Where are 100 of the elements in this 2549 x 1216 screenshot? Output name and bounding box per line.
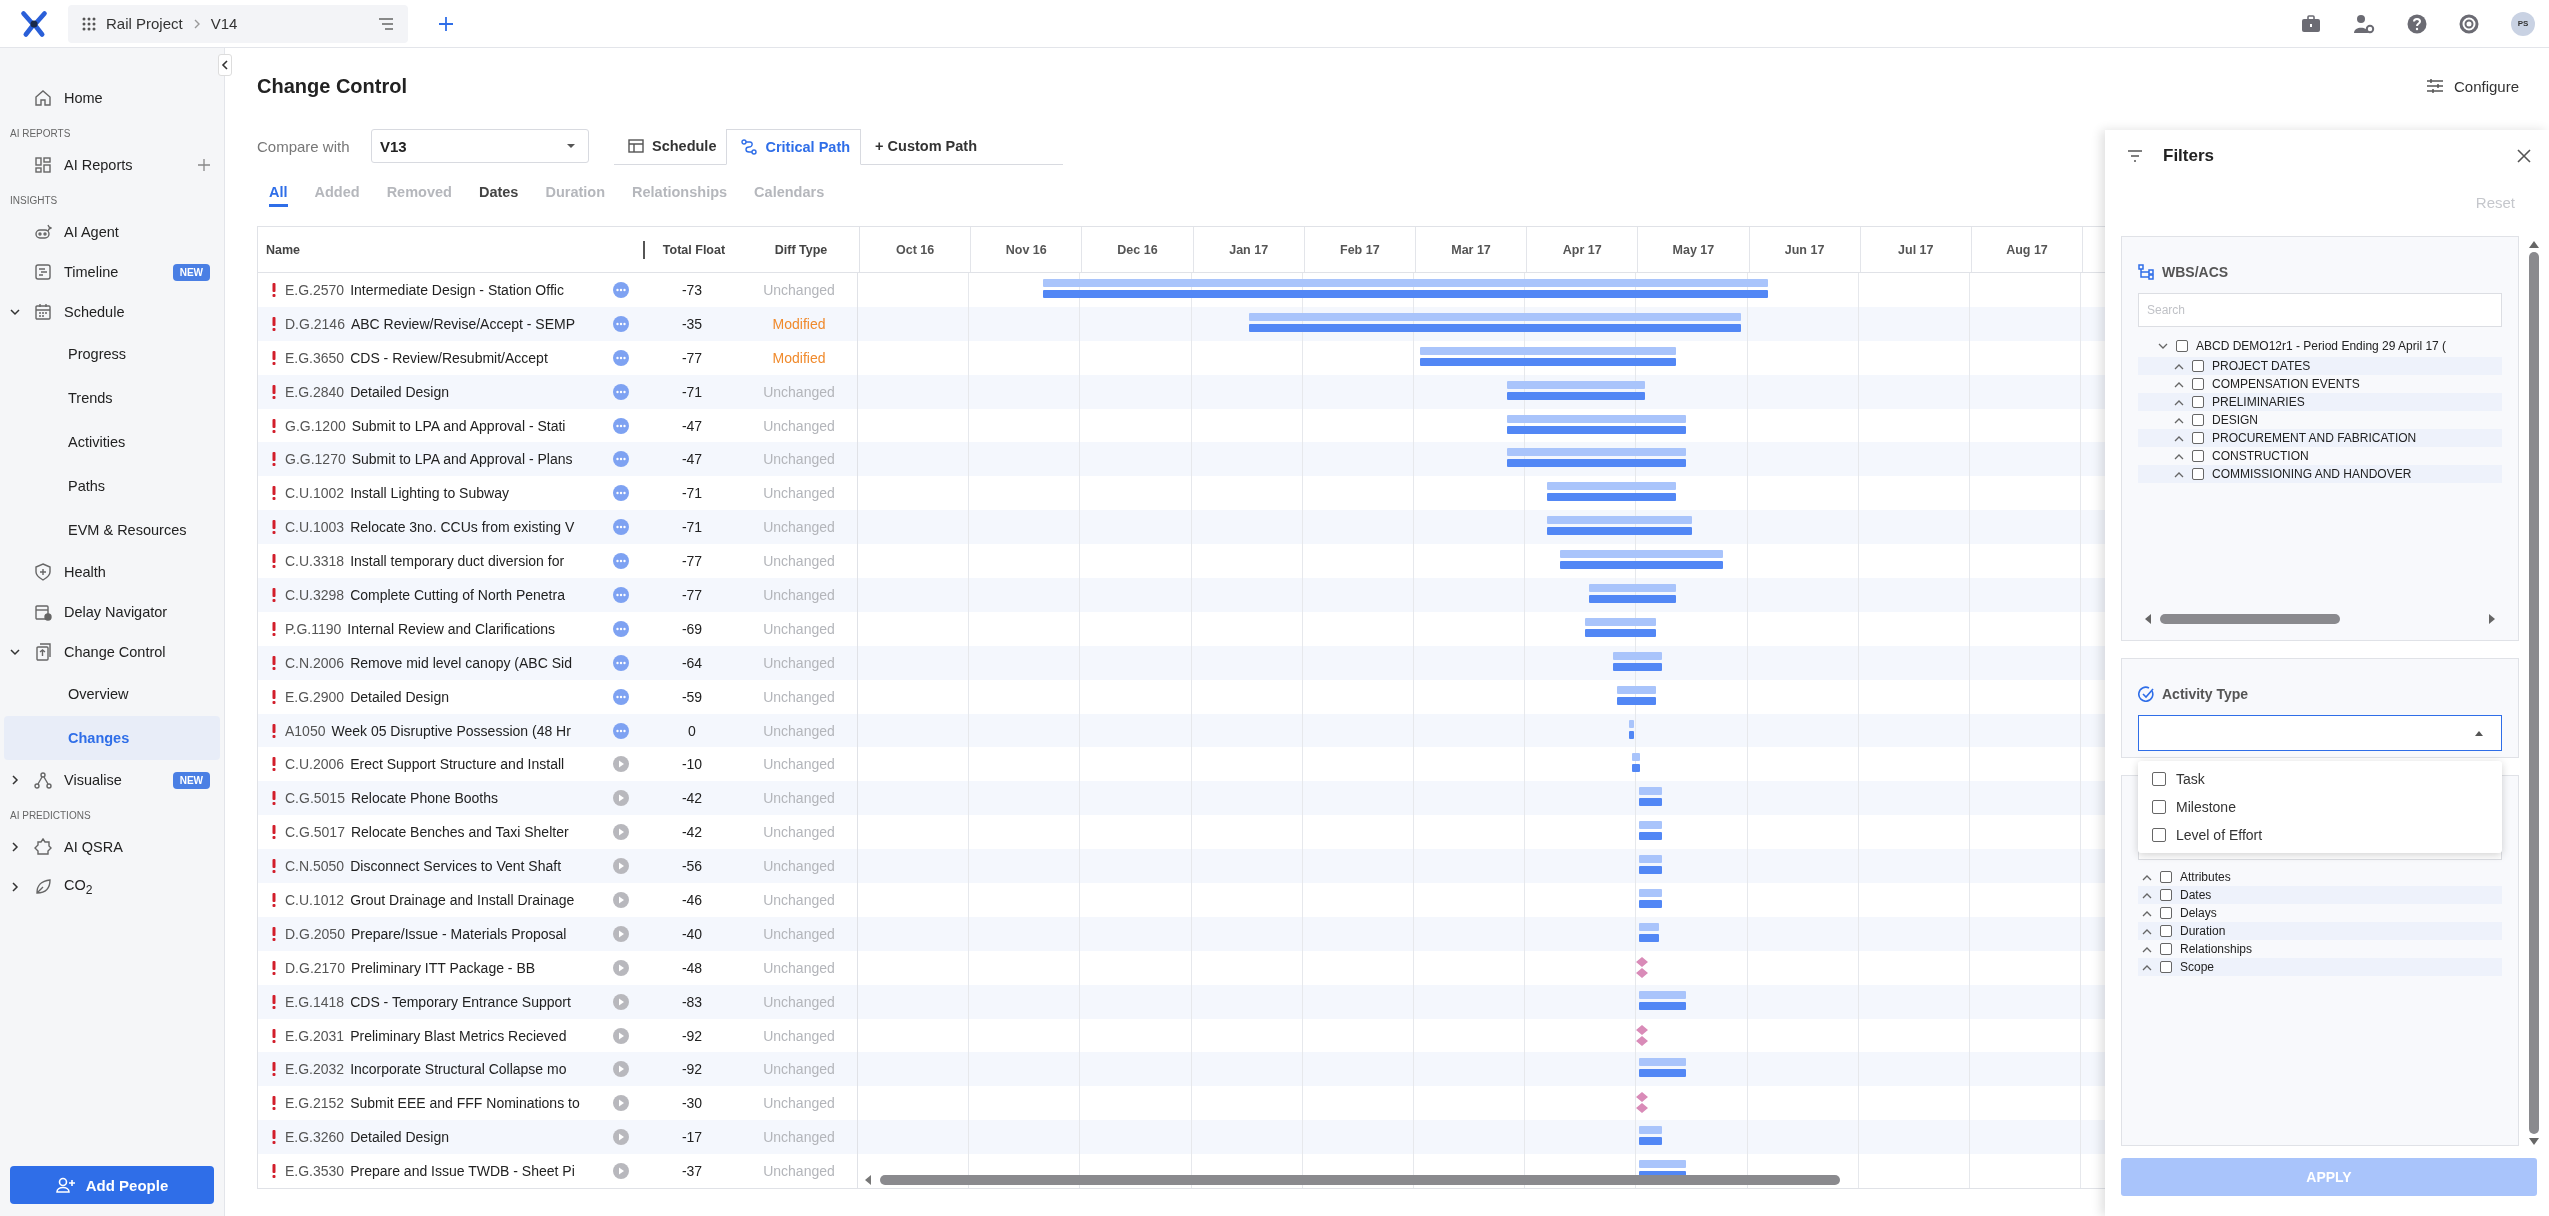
close-icon[interactable] <box>2517 149 2531 163</box>
tree-item-label: PROJECT DATES <box>2212 359 2311 373</box>
collapse-sidebar-button[interactable] <box>218 54 232 76</box>
user-avatar[interactable]: PS <box>2511 11 2535 36</box>
add-icon[interactable] <box>198 159 210 171</box>
briefcase-icon[interactable] <box>2301 14 2321 33</box>
checkbox[interactable] <box>2192 396 2204 408</box>
chevron-up-icon[interactable] <box>2142 963 2152 971</box>
chevron-up-icon[interactable] <box>2142 909 2152 917</box>
current-bar <box>1585 628 1657 637</box>
chevron-up-icon[interactable] <box>2174 452 2184 460</box>
chevron-right-icon[interactable] <box>10 842 20 852</box>
dropdown-option[interactable]: Level of Effort <box>2138 821 2502 849</box>
chevron-right-icon[interactable] <box>10 775 20 785</box>
checkbox[interactable] <box>2160 943 2172 955</box>
activity-name: Remove mid level canopy (ABC Sid <box>350 654 572 671</box>
configure-button[interactable]: Configure <box>2419 76 2525 96</box>
chevron-up-icon[interactable] <box>2142 927 2152 935</box>
chevron-up-icon[interactable] <box>2142 873 2152 881</box>
nav-item[interactable]: Home <box>0 78 224 118</box>
chevron-up-icon[interactable] <box>2174 416 2184 424</box>
nav-item[interactable]: Delay Navigator <box>0 592 224 632</box>
checkbox[interactable] <box>2160 925 2172 937</box>
column-header[interactable]: Total Float <box>643 240 743 259</box>
logo-icon[interactable] <box>20 9 48 38</box>
search-field[interactable]: Search <box>2138 293 2502 327</box>
nav-item[interactable]: CO$_{2}$ <box>0 867 224 907</box>
nav-item[interactable]: Change Control <box>0 632 224 672</box>
dropdown-option[interactable]: Task <box>2138 765 2502 793</box>
checkbox[interactable] <box>2192 450 2204 462</box>
nav-item[interactable]: AI Reports <box>0 145 224 185</box>
nav-subitem[interactable]: Activities <box>4 420 220 464</box>
breadcrumb-item[interactable]: V14 <box>210 15 238 32</box>
nav-item[interactable]: AI QSRA <box>0 827 224 867</box>
lifebuoy-icon[interactable] <box>2459 13 2479 34</box>
chevron-right-icon[interactable] <box>10 882 20 892</box>
nav-subitem[interactable]: Overview <box>4 672 220 716</box>
exclamation-icon <box>272 282 276 297</box>
checkbox[interactable] <box>2192 432 2204 444</box>
view-tab[interactable]: + Custom Path <box>861 127 987 164</box>
chevron-up-icon[interactable] <box>2142 891 2152 899</box>
checkbox[interactable] <box>2152 828 2166 842</box>
checkbox[interactable] <box>2160 889 2172 901</box>
baseline-bar <box>1638 1160 1687 1169</box>
chevron-down-icon[interactable] <box>10 647 20 657</box>
dropdown-option[interactable]: Milestone <box>2138 793 2502 821</box>
checkbox[interactable] <box>2176 340 2188 352</box>
nav-item[interactable]: Health <box>0 552 224 592</box>
chevron-up-icon[interactable] <box>2174 434 2184 442</box>
nav-item[interactable]: Schedule <box>0 292 224 332</box>
checkbox[interactable] <box>2160 907 2172 919</box>
compare-version-dropdown[interactable]: V13 <box>371 129 589 163</box>
checkbox[interactable] <box>2192 468 2204 480</box>
chevron-up-icon[interactable] <box>2174 362 2184 370</box>
help-icon[interactable] <box>2407 13 2427 34</box>
nav-item[interactable]: AI Agent <box>0 212 224 252</box>
exclamation-icon <box>272 1062 276 1077</box>
checkbox[interactable] <box>2152 772 2166 786</box>
column-header[interactable]: Diff Type <box>743 227 860 272</box>
scroll-down-icon[interactable] <box>2529 1138 2539 1146</box>
chevron-up-icon[interactable] <box>2174 380 2184 388</box>
checkbox[interactable] <box>2160 961 2172 973</box>
nav-subitem[interactable]: Changes <box>4 716 220 760</box>
scroll-left-icon[interactable] <box>2144 614 2152 624</box>
breadcrumb-item[interactable]: Rail Project <box>106 15 183 32</box>
activity-name: Intermediate Design - Station Offic <box>350 281 564 298</box>
chevron-up-icon[interactable] <box>2174 470 2184 478</box>
checkbox[interactable] <box>2192 360 2204 372</box>
list-filter-icon[interactable] <box>378 16 394 31</box>
activity-id: E.G.3260 <box>285 1129 345 1146</box>
nav-subitem[interactable]: Paths <box>4 464 220 508</box>
nav-subitem[interactable]: Progress <box>4 332 220 376</box>
user-settings-icon[interactable] <box>2353 13 2375 34</box>
chevron-up-icon[interactable] <box>2142 945 2152 953</box>
checkbox[interactable] <box>2152 800 2166 814</box>
scroll-left-icon[interactable] <box>864 1175 872 1186</box>
scroll-up-icon[interactable] <box>2529 240 2539 248</box>
checkbox[interactable] <box>2192 378 2204 390</box>
nav-item[interactable]: Visualise NEW <box>0 760 224 800</box>
checkbox[interactable] <box>2192 414 2204 426</box>
filter-tab[interactable]: All <box>269 179 288 207</box>
chevron-left-icon[interactable] <box>221 60 229 70</box>
diff-type: Unchanged <box>741 849 858 884</box>
chevron-down-icon[interactable] <box>10 307 20 317</box>
project-selector[interactable]: Rail Project V14 <box>68 4 408 43</box>
filter-tab[interactable]: Dates <box>478 179 519 207</box>
view-tab[interactable]: Schedule <box>614 127 727 164</box>
nav-item[interactable]: Timeline NEW <box>0 252 224 292</box>
chevron-down-icon[interactable] <box>2158 342 2168 350</box>
total-float: -59 <box>680 687 704 707</box>
nav-subitem[interactable]: EVM & Resources <box>4 508 220 552</box>
add-people-button[interactable]: Add People <box>10 1166 214 1204</box>
total-float: -71 <box>680 484 704 504</box>
nav-subitem[interactable]: Trends <box>4 376 220 420</box>
activity-type-dropdown[interactable] <box>2138 715 2502 751</box>
scroll-right-icon[interactable] <box>2488 614 2496 624</box>
column-header[interactable]: Name <box>258 227 643 272</box>
checkbox[interactable] <box>2160 871 2172 883</box>
view-tab[interactable]: Critical Path <box>726 128 862 165</box>
chevron-up-icon[interactable] <box>2174 398 2184 406</box>
